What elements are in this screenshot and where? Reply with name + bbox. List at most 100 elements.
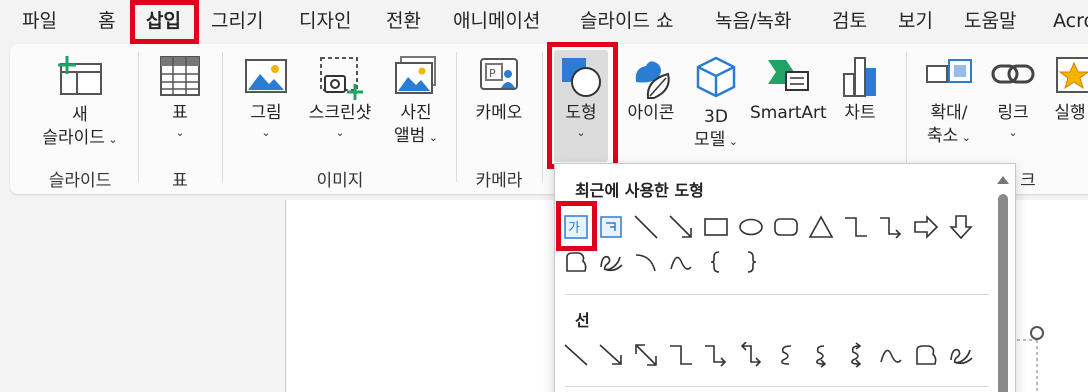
icons-icon	[635, 61, 670, 99]
chevron-down-icon: ⌄	[725, 135, 738, 148]
rounded-rectangle-shape-icon[interactable]	[773, 214, 799, 240]
chevron-down-icon: ⌄	[1008, 126, 1018, 139]
section-divider	[565, 294, 989, 295]
tab-recording[interactable]: 녹음/녹화	[715, 6, 791, 36]
scribble-shape-icon[interactable]	[598, 249, 624, 275]
table-button[interactable]: 표 ⌄	[150, 54, 210, 139]
elbow-arrow-connector-shape-icon[interactable]	[703, 342, 729, 368]
group-label-tables: 표	[172, 171, 188, 191]
left-brace-shape-icon[interactable]	[703, 249, 729, 275]
shapes-gallery: 최근에 사용한 도형 가 선	[554, 163, 1016, 392]
smartart-label: SmartArt	[750, 103, 827, 123]
arc-shape-icon[interactable]	[633, 249, 659, 275]
recent-shapes-heading: 최근에 사용한 도형	[575, 181, 704, 200]
arrow-line-shape-icon[interactable]	[668, 214, 694, 240]
line-shape-icon[interactable]	[633, 214, 659, 240]
chart-label: 차트	[844, 103, 876, 123]
3d-models-label-2: 모델	[694, 130, 726, 150]
icons-label: 아이콘	[627, 103, 675, 123]
elbow-connector-shape-icon[interactable]	[843, 214, 869, 240]
cameo-label: 카메오	[475, 103, 523, 123]
arrow-line-shape-icon[interactable]	[598, 342, 624, 368]
scroll-up-icon[interactable]	[996, 174, 1010, 186]
picture-icon	[245, 59, 287, 93]
group-label-links: 크	[1020, 171, 1036, 191]
freeform-shape-icon[interactable]	[563, 249, 589, 275]
text-box-highlight	[556, 201, 597, 251]
curve-shape-icon[interactable]	[878, 342, 904, 368]
chevron-down-icon: ⌄	[261, 126, 271, 139]
link-label: 링크	[997, 103, 1029, 123]
divider	[138, 52, 139, 182]
slide-thumbnail-pane[interactable]	[0, 200, 286, 392]
elbow-double-arrow-connector-shape-icon[interactable]	[738, 342, 764, 368]
link-button[interactable]: 링크 ⌄	[986, 54, 1040, 139]
tab-help[interactable]: 도움말	[964, 6, 1016, 36]
line-shape-icon[interactable]	[563, 342, 589, 368]
cube-icon	[696, 56, 736, 98]
curve-shape-icon[interactable]	[668, 249, 694, 275]
elbow-arrow-connector-shape-icon[interactable]	[878, 214, 904, 240]
curved-connector-shape-icon[interactable]	[773, 342, 799, 368]
cameo-button[interactable]: P 카메오	[466, 54, 532, 125]
chart-button[interactable]: 차트	[832, 54, 888, 125]
chevron-down-icon: ⌄	[335, 126, 345, 139]
triangle-shape-icon[interactable]	[808, 214, 834, 240]
vertical-text-box-shape-icon[interactable]	[598, 214, 624, 240]
screenshot-label: 스크린샷	[308, 103, 372, 123]
tab-view[interactable]: 보기	[898, 6, 933, 36]
bar-chart-icon	[843, 57, 876, 97]
lines-heading: 선	[575, 311, 590, 330]
new-slide-label-1: 새	[72, 105, 88, 125]
chevron-down-icon: ⌄	[425, 131, 438, 144]
down-arrow-shape-icon[interactable]	[948, 214, 974, 240]
screenshot-button[interactable]: 스크린샷 ⌄	[300, 54, 380, 139]
right-arrow-shape-icon[interactable]	[913, 214, 939, 240]
tab-home[interactable]: 홈	[98, 6, 115, 36]
divider	[222, 52, 223, 182]
tab-design[interactable]: 디자인	[299, 6, 351, 36]
elbow-connector-shape-icon[interactable]	[668, 342, 694, 368]
rectangle-shape-icon[interactable]	[703, 214, 729, 240]
tab-acrobat[interactable]: Acro	[1053, 6, 1088, 36]
curved-arrow-connector-shape-icon[interactable]	[808, 342, 834, 368]
photo-album-button[interactable]: 사진 앨범 ⌄	[386, 54, 446, 149]
new-slide-label-2: 슬라이드	[42, 128, 105, 148]
curved-double-arrow-connector-shape-icon[interactable]	[843, 342, 869, 368]
cameo-icon: P	[480, 58, 518, 90]
pictures-button[interactable]: 그림 ⌄	[238, 54, 294, 139]
chevron-down-icon: ⌄	[104, 133, 118, 146]
icons-button[interactable]: 아이콘	[620, 54, 682, 125]
double-arrow-line-shape-icon[interactable]	[633, 342, 659, 368]
new-slide-button[interactable]: 새 슬라이드 ⌄	[30, 54, 130, 151]
tab-draw[interactable]: 그리기	[211, 6, 263, 36]
tab-file[interactable]: 파일	[22, 6, 57, 36]
zoom-button[interactable]: 확대/ 축소 ⌄	[914, 54, 984, 149]
svg-text:P: P	[489, 67, 496, 80]
scribble-shape-icon[interactable]	[948, 342, 974, 368]
group-label-camera: 카메라	[475, 171, 523, 191]
group-label-images: 이미지	[316, 171, 364, 191]
gallery-scrollbar[interactable]	[995, 172, 1009, 392]
smartart-button[interactable]: SmartArt	[750, 54, 827, 125]
pictures-label: 그림	[250, 103, 282, 123]
tab-review[interactable]: 검토	[832, 6, 867, 36]
freeform-shape-icon[interactable]	[913, 342, 939, 368]
right-brace-shape-icon[interactable]	[738, 249, 764, 275]
tab-transitions[interactable]: 전환	[386, 6, 421, 36]
table-label: 표	[172, 103, 188, 123]
chevron-down-icon: ⌄	[175, 126, 185, 139]
chevron-down-icon: ⌄	[958, 131, 971, 144]
oval-shape-icon[interactable]	[738, 214, 764, 240]
smartart-icon	[768, 60, 809, 91]
action-button[interactable]: 실행	[1050, 54, 1088, 125]
3d-models-button[interactable]: 3D 모델 ⌄	[684, 54, 748, 153]
photo-album-label-1: 사진	[400, 103, 432, 123]
shapes-button-highlight	[547, 42, 618, 169]
selection-handle[interactable]	[1017, 326, 1057, 392]
tab-slideshow[interactable]: 슬라이드 쇼	[580, 6, 673, 36]
scrollbar-thumb[interactable]	[998, 194, 1008, 392]
tab-animations[interactable]: 애니메이션	[453, 6, 540, 36]
divider	[456, 52, 457, 182]
star-icon	[1056, 57, 1088, 93]
